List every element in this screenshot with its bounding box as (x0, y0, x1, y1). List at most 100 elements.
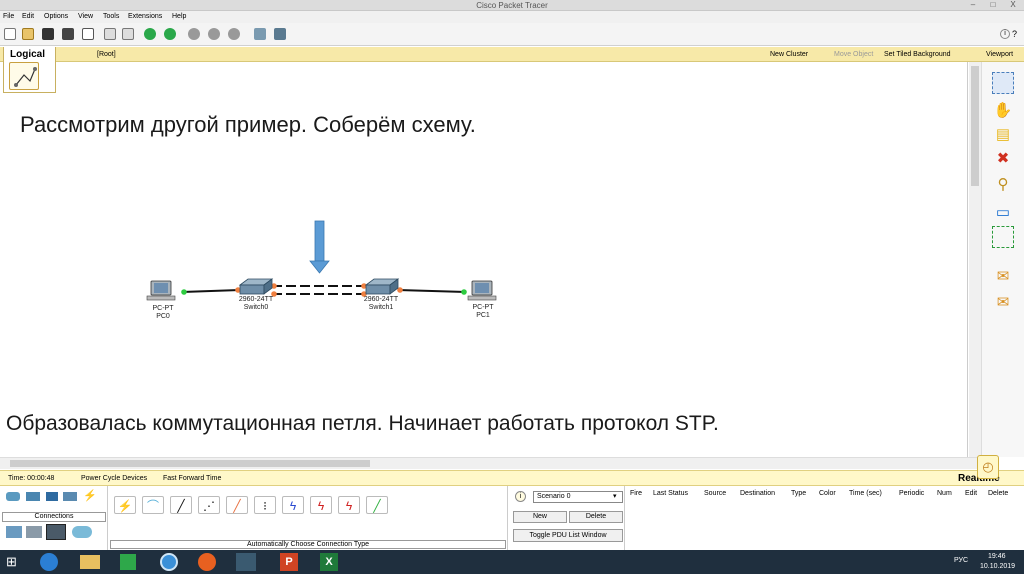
move-object-button[interactable]: Move Object (834, 51, 873, 58)
menu-file[interactable]: File (3, 13, 14, 20)
windows-start-icon[interactable]: ⊞ (6, 555, 20, 569)
menu-edit[interactable]: Edit (22, 13, 34, 20)
packet-tracer-taskbar-icon[interactable] (236, 553, 256, 571)
store-icon[interactable] (120, 554, 136, 570)
delete-scenario-button[interactable]: Delete (569, 511, 623, 523)
network-app-icon[interactable] (160, 553, 178, 571)
fast-forward-button[interactable]: Fast Forward Time (163, 475, 221, 482)
help-icon[interactable]: ? (1012, 29, 1022, 39)
logical-workspace[interactable]: Рассмотрим другой пример. Соберём схему.… (0, 62, 968, 457)
new-file-icon[interactable] (4, 28, 16, 40)
col-fire: Fire (630, 490, 643, 497)
toggle-pdu-list-button[interactable]: Toggle PDU List Window (513, 529, 623, 542)
copy-icon[interactable] (104, 28, 116, 40)
resize-shape-icon[interactable] (992, 226, 1014, 248)
save-icon[interactable] (42, 28, 54, 40)
activity-wizard-icon[interactable] (82, 28, 94, 40)
switch1-icon[interactable] (364, 278, 400, 295)
hand-icon[interactable]: ✋ (992, 100, 1014, 122)
root-breadcrumb[interactable]: [Root] (97, 51, 116, 58)
power-cycle-button[interactable]: Power Cycle Devices (81, 475, 147, 482)
draw-shape-icon[interactable]: ▭ (992, 202, 1014, 224)
horizontal-scroll-thumb[interactable] (10, 460, 370, 467)
fiber-cable-icon[interactable]: ╱ (226, 496, 248, 514)
scenario-select[interactable]: Scenario 0 (533, 491, 623, 503)
switches-icon[interactable] (26, 492, 40, 501)
redo-icon[interactable] (164, 28, 176, 40)
custom-device-icon[interactable] (274, 28, 286, 40)
menu-help[interactable]: Help (172, 13, 186, 20)
menu-view[interactable]: View (78, 13, 93, 20)
viewport-button[interactable]: Viewport (986, 51, 1013, 58)
routers-icon[interactable] (6, 492, 20, 501)
zoom-reset-icon[interactable] (208, 28, 220, 40)
clock-date[interactable]: 10.10.2019 (980, 563, 1015, 570)
console-cable-icon[interactable]: ⌒ (142, 496, 164, 514)
maximize-button[interactable]: □ (984, 0, 1002, 10)
add-complex-pdu-icon[interactable]: ✉ (992, 292, 1014, 314)
hubs-icon[interactable] (46, 492, 58, 501)
horizontal-scrollbar[interactable] (0, 457, 981, 469)
link-switch1-pc1[interactable] (397, 287, 467, 295)
title-bar: Cisco Packet Tracer – □ X (0, 0, 1024, 11)
open-folder-icon[interactable] (22, 28, 34, 40)
octal-cable-icon[interactable]: ╱ (366, 496, 388, 514)
scenario-info-icon[interactable]: i (515, 491, 526, 502)
device-category-label: Connections (2, 512, 106, 522)
connections-category-icon[interactable]: ⚡ (83, 491, 99, 502)
link-pc0-switch0[interactable] (181, 287, 241, 295)
serial-dte-cable-icon[interactable]: ϟ (338, 496, 360, 514)
logical-view-icon (9, 62, 39, 90)
end-devices-icon[interactable] (6, 526, 22, 538)
file-explorer-icon[interactable] (80, 555, 100, 569)
custom-devices-icon[interactable] (72, 526, 92, 538)
inspect-icon[interactable]: ⚲ (992, 174, 1014, 196)
straight-through-cable-icon[interactable]: ╱ (170, 496, 192, 514)
zoom-out-icon[interactable] (228, 28, 240, 40)
info-icon[interactable]: i (1000, 29, 1010, 39)
add-simple-pdu-icon[interactable]: ✉ (992, 266, 1014, 288)
phone-cable-icon[interactable]: ⁝ (254, 496, 276, 514)
crossover-cable-icon[interactable]: ⋰ (198, 496, 220, 514)
new-cluster-button[interactable]: New Cluster (770, 51, 808, 58)
firefox-icon[interactable] (198, 553, 216, 571)
tab-logical-label: Logical (10, 49, 46, 60)
window-title: Cisco Packet Tracer (476, 1, 548, 10)
print-icon[interactable] (62, 28, 74, 40)
auto-connection-icon[interactable]: ⚡ (114, 496, 136, 514)
excel-icon[interactable]: X (320, 553, 338, 571)
pc1-icon[interactable] (467, 280, 497, 301)
tab-logical[interactable]: Logical (3, 47, 56, 93)
zoom-in-icon[interactable] (188, 28, 200, 40)
drawing-palette-icon[interactable] (254, 28, 266, 40)
serial-dce-cable-icon[interactable]: ϟ (310, 496, 332, 514)
language-indicator[interactable]: РУС (954, 557, 968, 564)
delete-icon[interactable]: ✖ (992, 148, 1014, 170)
new-scenario-button[interactable]: New (513, 511, 567, 523)
select-icon[interactable] (992, 72, 1014, 94)
set-tiled-background-button[interactable]: Set Tiled Background (884, 51, 951, 58)
chevron-down-icon[interactable]: ▾ (613, 492, 617, 500)
wireless-devices-icon[interactable] (63, 492, 77, 501)
link-switch0-switch1-a[interactable] (271, 283, 367, 289)
security-icon[interactable] (26, 526, 42, 538)
realtime-clock-icon[interactable]: ◴ (977, 455, 999, 479)
vertical-scroll-thumb[interactable] (971, 66, 979, 186)
clock-time[interactable]: 19:46 (988, 553, 1006, 560)
menu-extensions[interactable]: Extensions (128, 13, 162, 20)
paste-icon[interactable] (122, 28, 134, 40)
wan-emulation-icon[interactable] (46, 524, 66, 540)
pc0-icon[interactable] (146, 280, 176, 301)
coaxial-cable-icon[interactable]: ϟ (282, 496, 304, 514)
close-button[interactable]: X (1004, 0, 1022, 10)
note-icon[interactable]: ▤ (992, 124, 1014, 146)
connection-type-label: Automatically Choose Connection Type (110, 540, 506, 549)
menu-tools[interactable]: Tools (103, 13, 119, 20)
menu-options[interactable]: Options (44, 13, 68, 20)
ie-browser-icon[interactable] (40, 553, 58, 571)
minimize-button[interactable]: – (964, 0, 982, 10)
undo-icon[interactable] (144, 28, 156, 40)
switch0-icon[interactable] (238, 278, 274, 295)
vertical-scrollbar[interactable] (969, 62, 981, 457)
powerpoint-icon[interactable]: P (280, 553, 298, 571)
